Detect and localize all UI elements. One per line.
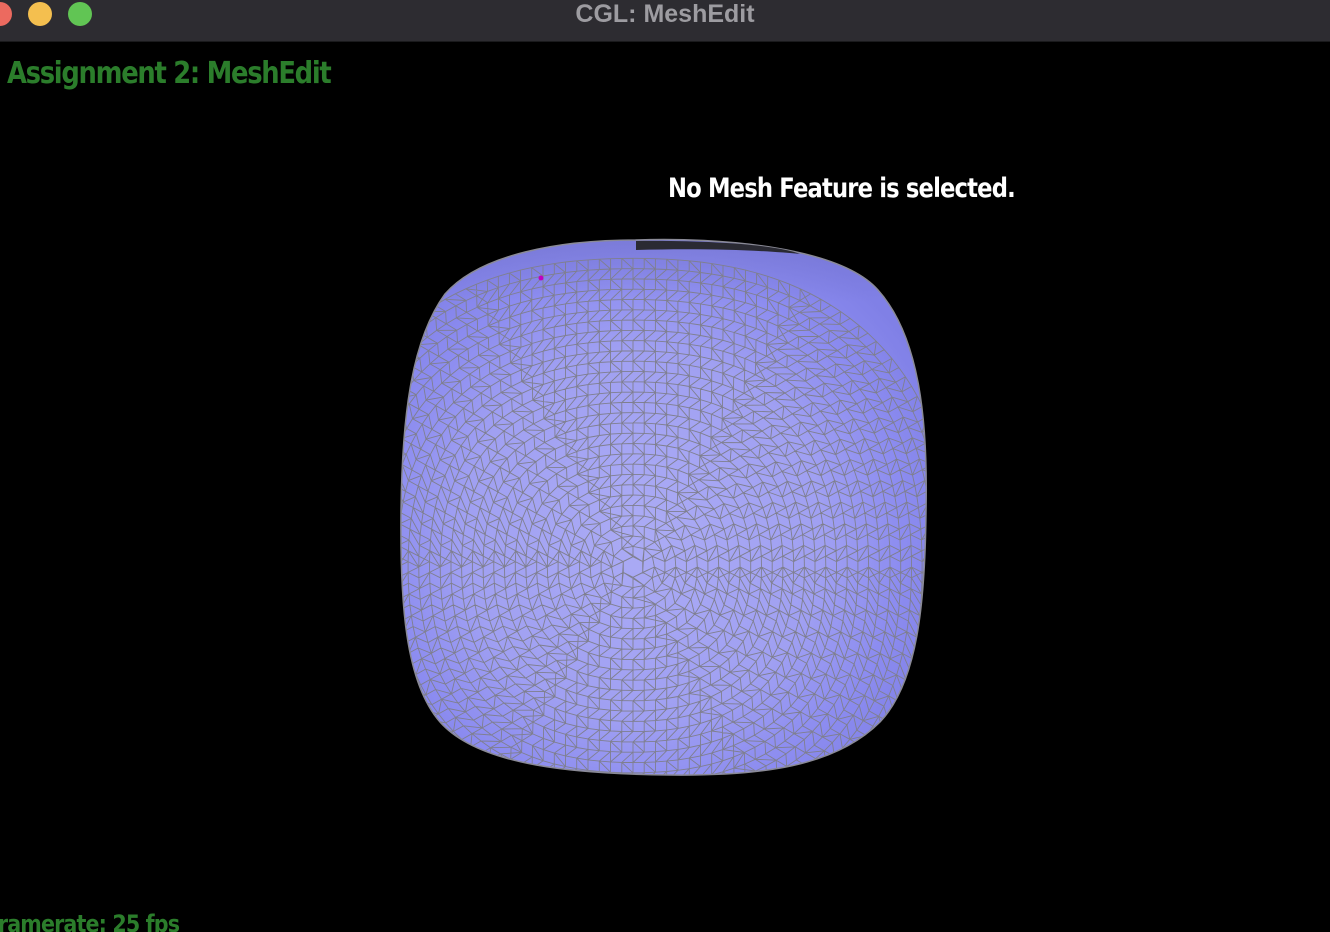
framerate-readout: Framerate: 25 fps xyxy=(0,910,180,932)
selection-marker xyxy=(538,275,544,281)
app-heading: Assignment 2: MeshEdit xyxy=(7,56,332,91)
mesh-viewport[interactable]: Assignment 2: MeshEdit No Mesh Feature i… xyxy=(0,42,1330,932)
window-title: CGL: MeshEdit xyxy=(575,0,755,28)
title-bar[interactable]: CGL: MeshEdit xyxy=(0,0,1330,42)
selection-status: No Mesh Feature is selected. xyxy=(668,173,1016,204)
mesh-canvas[interactable] xyxy=(0,42,1330,932)
app-window: CGL: MeshEdit Assignment 2: MeshEdit No … xyxy=(0,0,1330,932)
mesh-model[interactable] xyxy=(312,237,955,876)
